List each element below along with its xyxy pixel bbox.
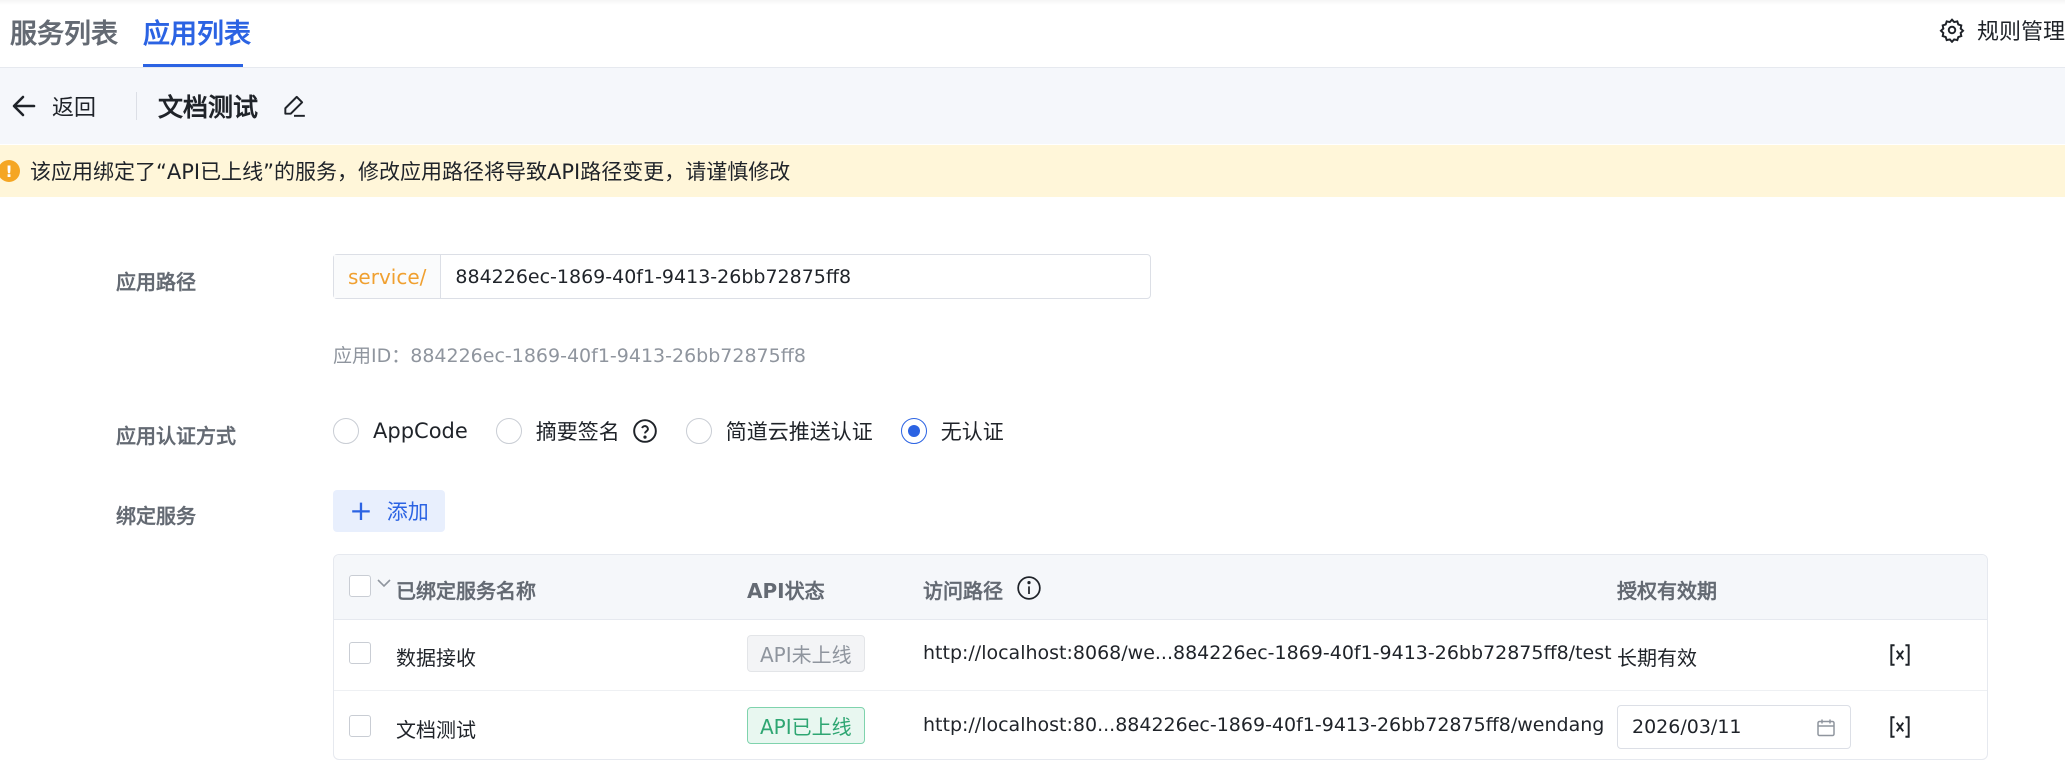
app-path-input[interactable]: service/ 884226ec-1869-40f1-9413-26bb728… xyxy=(333,254,1151,299)
column-header-name: 已绑定服务名称 xyxy=(396,579,536,603)
access-path: http://localhost:80...884226ec-1869-40f1… xyxy=(923,714,1605,736)
rules-management-link[interactable]: 规则管理 xyxy=(1939,14,2065,46)
path-value: 884226ec-1869-40f1-9413-26bb72875ff8 xyxy=(455,265,852,288)
access-path: http://localhost:8068/we...884226ec-1869… xyxy=(923,642,1612,664)
radio-circle xyxy=(495,418,522,444)
status-badge: API已上线 xyxy=(747,707,865,744)
auth-method-label: 应用认证方式 xyxy=(116,424,236,448)
unbind-icon[interactable] xyxy=(1887,714,1913,740)
calendar-icon xyxy=(1817,719,1835,737)
arrow-left-icon xyxy=(12,95,36,117)
row-checkbox[interactable] xyxy=(349,642,371,664)
table-row: 数据接收 API未上线 http://localhost:8068/we...8… xyxy=(334,620,1987,691)
validity-date-input[interactable]: 2026/03/11 xyxy=(1617,705,1851,749)
tab-service-list[interactable]: 服务列表 xyxy=(10,12,118,51)
service-name: 数据接收 xyxy=(396,646,476,670)
radio-label: AppCode xyxy=(373,419,468,443)
table-row: 文档测试 API已上线 http://localhost:80...884226… xyxy=(334,691,1987,759)
bind-services-label: 绑定服务 xyxy=(116,504,196,528)
top-nav: 服务列表 应用列表 规则管理 xyxy=(0,0,2065,68)
row-checkbox[interactable] xyxy=(349,715,371,737)
radio-circle xyxy=(685,418,712,444)
radio-appcode[interactable]: AppCode xyxy=(333,418,468,444)
radio-label: 摘要签名 xyxy=(535,420,620,444)
table-header: 已绑定服务名称 API状态 访问路径 授权有效期 xyxy=(334,555,1987,620)
radio-jdy-push-auth[interactable]: 简道云推送认证 xyxy=(685,416,873,446)
page-title: 文档测试 xyxy=(158,93,259,122)
app-id-text: 应用ID：884226ec-1869-40f1-9413-26bb72875ff… xyxy=(333,345,806,367)
divider xyxy=(136,92,137,120)
validity-text: 长期有效 xyxy=(1617,646,1697,670)
select-all-checkbox[interactable] xyxy=(349,575,371,597)
bound-services-table: 已绑定服务名称 API状态 访问路径 授权有效期 数据接收 API未上线 htt… xyxy=(333,554,1988,760)
chevron-down-icon[interactable] xyxy=(376,577,392,589)
back-button[interactable]: 返回 xyxy=(12,90,96,122)
warning-banner: ! 该应用绑定了“API已上线”的服务，修改应用路径将导致API路径变更，请谨慎… xyxy=(0,145,2065,197)
warning-icon: ! xyxy=(0,160,20,182)
add-button-label: 添加 xyxy=(386,500,429,524)
edit-icon[interactable] xyxy=(281,92,307,122)
info-icon[interactable] xyxy=(1016,575,1042,601)
column-header-status: API状态 xyxy=(747,579,825,603)
active-tab-indicator xyxy=(143,64,243,67)
radio-circle xyxy=(333,418,359,444)
column-header-path: 访问路径 xyxy=(923,579,1003,603)
add-service-button[interactable]: + 添加 xyxy=(333,490,445,532)
auth-method-radio-group: AppCode 摘要签名 简道云推送认证 无认证 xyxy=(333,416,1032,446)
status-badge: API未上线 xyxy=(747,635,865,672)
warning-text: 该应用绑定了“API已上线”的服务，修改应用路径将导致API路径变更，请谨慎修改 xyxy=(30,160,791,184)
radio-label: 无认证 xyxy=(940,420,1004,444)
gear-icon xyxy=(1939,18,1965,43)
date-value: 2026/03/11 xyxy=(1632,716,1742,738)
service-name: 文档测试 xyxy=(396,718,476,742)
radio-digest-signature[interactable]: 摘要签名 xyxy=(495,416,658,446)
path-prefix: service/ xyxy=(334,255,442,298)
radio-no-auth[interactable]: 无认证 xyxy=(900,416,1004,446)
unbind-icon[interactable] xyxy=(1887,642,1913,668)
radio-circle-checked xyxy=(900,418,927,444)
back-label: 返回 xyxy=(52,96,97,121)
rules-management-label: 规则管理 xyxy=(1976,20,2065,45)
question-circle-icon[interactable] xyxy=(632,418,658,444)
page-header: 返回 文档测试 xyxy=(0,68,2065,144)
tab-app-list[interactable]: 应用列表 xyxy=(143,12,251,51)
column-header-validity: 授权有效期 xyxy=(1617,579,1717,603)
app-path-label: 应用路径 xyxy=(116,270,196,294)
plus-icon: + xyxy=(349,494,373,527)
radio-label: 简道云推送认证 xyxy=(725,420,873,444)
